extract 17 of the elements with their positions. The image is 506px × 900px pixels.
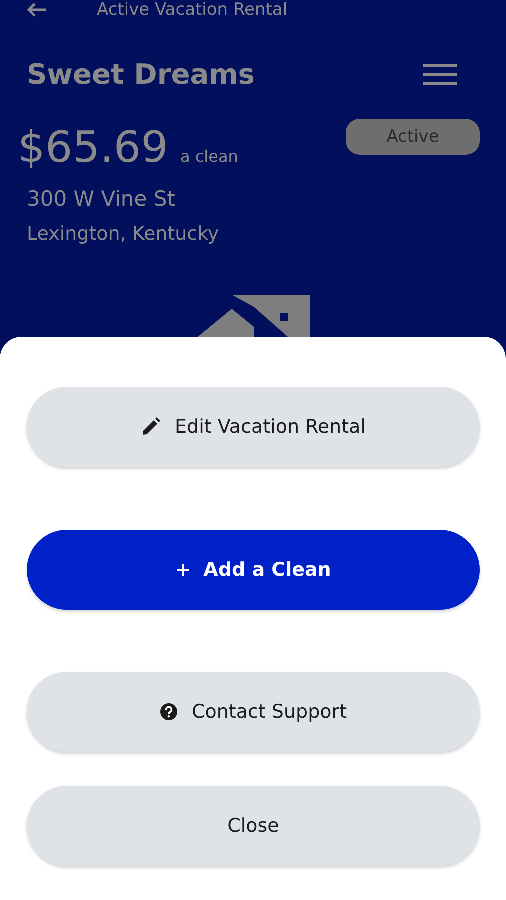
city-state: Lexington, Kentucky bbox=[27, 223, 220, 245]
street-address: 300 W Vine St bbox=[27, 187, 176, 211]
price: $65.69 bbox=[18, 123, 168, 173]
plus-icon bbox=[176, 563, 190, 577]
help-icon bbox=[160, 703, 178, 721]
rental-name: Sweet Dreams bbox=[27, 58, 255, 91]
price-unit: a clean bbox=[180, 147, 238, 166]
back-arrow-icon[interactable] bbox=[27, 3, 47, 17]
pencil-icon bbox=[141, 417, 161, 437]
sheet-button[interactable]: Add a Clean bbox=[27, 530, 480, 610]
menu-icon[interactable] bbox=[422, 64, 458, 86]
status-badge: Active bbox=[346, 119, 480, 155]
sheet-button[interactable]: Close bbox=[27, 786, 480, 866]
sheet-button[interactable]: Edit Vacation Rental bbox=[27, 387, 480, 467]
house-icon bbox=[198, 295, 310, 337]
sheet-button[interactable]: Contact Support bbox=[27, 672, 480, 752]
screen-title: Active Vacation Rental bbox=[97, 0, 288, 20]
